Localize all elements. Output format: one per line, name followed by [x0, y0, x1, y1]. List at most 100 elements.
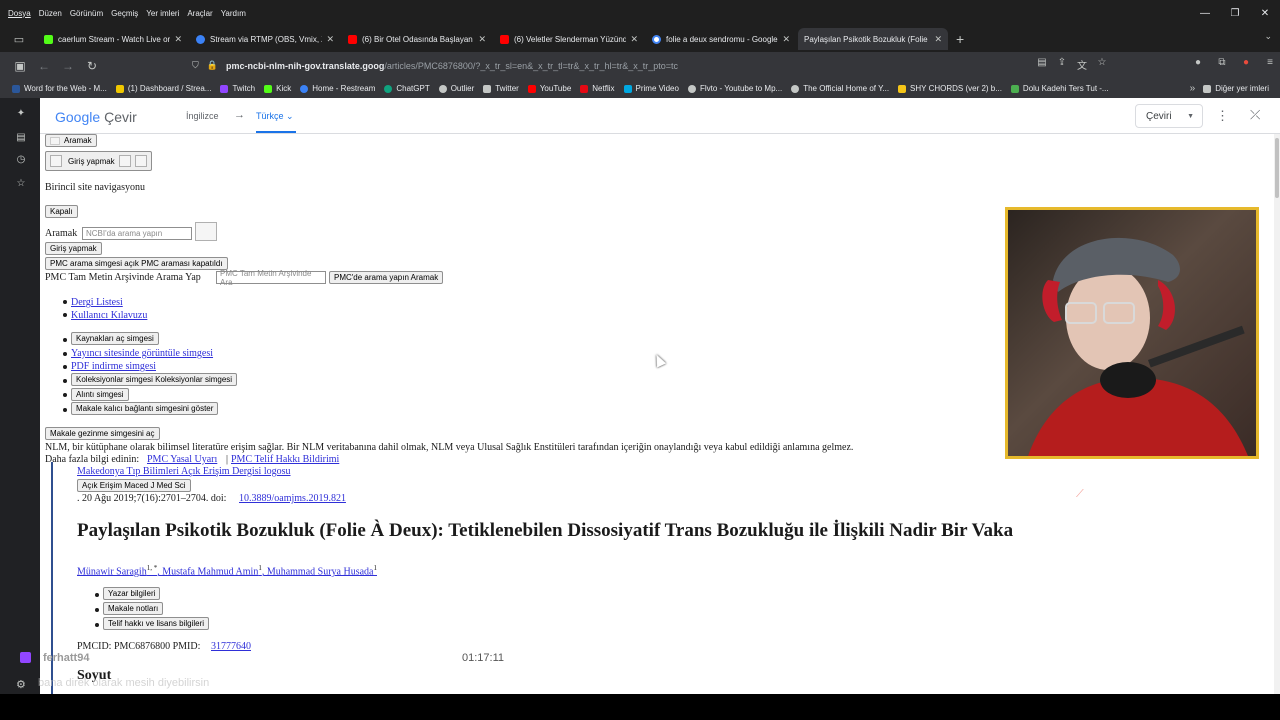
menu-yer-imleri[interactable]: Yer imleri: [146, 9, 179, 18]
pmc-search-toggle[interactable]: PMC arama simgesi açık PMC araması kapat…: [45, 257, 228, 270]
sidebar-toggle-icon[interactable]: ▣: [8, 59, 32, 73]
link-journal-list[interactable]: Dergi Listesi: [71, 297, 123, 308]
chevron-right-icon[interactable]: »: [1190, 83, 1196, 94]
article-nav-button[interactable]: Makale gezinme simgesini aç: [45, 427, 160, 440]
translation-select[interactable]: Çeviri ▼: [1135, 104, 1203, 128]
tab-youtube-2[interactable]: (6) Veletler Slenderman Yüzünde ✕: [494, 28, 644, 50]
gear-icon[interactable]: ⚙: [16, 678, 26, 691]
restore-icon[interactable]: ❐: [1220, 8, 1250, 19]
bookmark-official[interactable]: The Official Home of Y...: [791, 84, 889, 93]
lock-icon[interactable]: 🔒: [207, 60, 218, 71]
google-translate-logo[interactable]: Google Çevir: [55, 109, 137, 125]
new-tab-icon[interactable]: +: [956, 31, 964, 47]
bookmark-netflix[interactable]: Netflix: [580, 84, 615, 93]
link-legal[interactable]: PMC Yasal Uyarı: [147, 454, 217, 465]
close-button[interactable]: Kapalı: [45, 205, 78, 218]
link-copyright[interactable]: PMC Telif Hakkı Bildirimi: [231, 454, 339, 465]
back-icon[interactable]: ←: [32, 59, 56, 73]
bookmark-chatgpt[interactable]: ChatGPT: [384, 84, 430, 93]
scrollbar[interactable]: [1274, 134, 1280, 694]
bookmarks-star-icon[interactable]: ☆: [15, 178, 27, 190]
author-link[interactable]: Münawir Saragih1, *, Mustafa Mahmud Amin…: [77, 564, 377, 577]
extensions-icon[interactable]: ⧉: [1210, 57, 1234, 68]
license-button[interactable]: Telif hakkı ve lisans bilgileri: [103, 617, 210, 630]
pmc-search-button[interactable]: PMC'de arama yapın Aramak: [329, 271, 444, 284]
collapse-icon[interactable]: ⤫: [1250, 107, 1260, 123]
reader-icon[interactable]: ▤: [1032, 57, 1052, 72]
bookmark-dolu[interactable]: Dolu Kadehi Ters Tut -...: [1010, 84, 1109, 93]
translate-icon[interactable]: 文: [1072, 57, 1092, 72]
tab-youtube-1[interactable]: (6) Bir Otel Odasında Başlayan H ✕: [342, 28, 492, 50]
source-language[interactable]: İngilizce: [186, 111, 219, 121]
link-journal-logo[interactable]: Makedonya Tıp Bilimleri Açık Erişim Derg…: [77, 466, 291, 477]
login-button[interactable]: Giriş yapmak: [45, 242, 102, 255]
target-language[interactable]: Türkçe ⌄: [256, 111, 294, 122]
tab-close-icon[interactable]: ✕: [478, 34, 486, 45]
bookmark-kick[interactable]: Kick: [264, 84, 291, 93]
permalink-button[interactable]: Makale kalıcı bağlantı simgesini göster: [71, 402, 219, 415]
bookmark-word[interactable]: Word for the Web - M...: [12, 84, 107, 93]
bookmark-flvto[interactable]: Flvto - Youtube to Mp...: [687, 84, 782, 93]
url-text[interactable]: pmc-ncbi-nlm-nih-gov.translate.goog/arti…: [226, 61, 678, 71]
reading-list-icon[interactable]: ▤: [15, 132, 27, 144]
resources-button[interactable]: Kaynakları aç simgesi: [71, 332, 159, 345]
minimize-icon[interactable]: —: [1190, 8, 1220, 19]
link-pdf[interactable]: PDF indirme simgesi: [71, 361, 156, 372]
forward-icon[interactable]: →: [56, 59, 80, 73]
link-publisher[interactable]: Yayıncı sitesinde görüntüle simgesi: [71, 348, 213, 359]
tab-search-icon[interactable]: ⌄: [1264, 31, 1272, 42]
article-notes-button[interactable]: Makale notları: [103, 602, 164, 615]
menu-gecmis[interactable]: Geçmiş: [111, 9, 138, 18]
menu-duzen[interactable]: Düzen: [39, 9, 62, 18]
scrollbar-thumb[interactable]: [1275, 138, 1279, 198]
address-bar[interactable]: ⛉ 🔒 pmc-ncbi-nlm-nih-gov.translate.goog/…: [182, 55, 1110, 76]
author-info-button[interactable]: Yazar bilgileri: [103, 587, 161, 600]
bookmark-youtube[interactable]: YouTube: [527, 84, 571, 93]
menu-icon[interactable]: ≡: [1258, 57, 1280, 68]
journal-button[interactable]: Açık Erişim Maced J Med Sci: [77, 479, 191, 492]
tab-actions-icon[interactable]: ▭: [8, 33, 30, 46]
menu-araclar[interactable]: Araçlar: [187, 9, 212, 18]
ncbi-search-input[interactable]: NCBI'da arama yapın: [82, 227, 192, 240]
bookmark-restream[interactable]: Home - Restream: [300, 84, 375, 93]
bookmark-twitter[interactable]: Twitter: [483, 84, 519, 93]
search-icon[interactable]: [195, 222, 217, 241]
tab-close-icon[interactable]: ✕: [174, 34, 182, 45]
share-icon[interactable]: ⇪: [1052, 57, 1072, 72]
tab-close-icon[interactable]: ✕: [326, 34, 334, 45]
cite-button[interactable]: Alıntı simgesi: [71, 388, 129, 401]
tab-kick[interactable]: caerlum Stream - Watch Live or ✕: [38, 28, 188, 50]
history-icon[interactable]: ◷: [15, 154, 27, 166]
tab-close-icon[interactable]: ✕: [630, 34, 638, 45]
reload-icon[interactable]: ↻: [80, 59, 104, 73]
bookmark-star-icon[interactable]: ☆: [1092, 57, 1112, 72]
tab-active-article[interactable]: Paylaşılan Psikotik Bozukluk (Folie À ✕: [798, 28, 948, 50]
tab-google[interactable]: folie a deux sendromu - Google ✕: [646, 28, 796, 50]
bookmark-outlier[interactable]: Outlier: [438, 84, 474, 93]
tab-close-icon[interactable]: ✕: [934, 34, 942, 45]
menu-dosya[interactable]: Dosya: [8, 9, 31, 18]
image-placeholder: [118, 155, 131, 167]
link-pmid[interactable]: 31777640: [211, 641, 251, 652]
more-vert-icon[interactable]: ⋮: [1216, 108, 1229, 124]
menu-yardim[interactable]: Yardım: [221, 9, 246, 18]
link-user-guide[interactable]: Kullanıcı Kılavuzu: [71, 310, 147, 321]
link-doi[interactable]: 10.3889/oamjms.2019.821: [239, 493, 346, 504]
bookmark-dashboard[interactable]: (1) Dashboard / Strea...: [115, 84, 211, 93]
search-button-top[interactable]: Aramak: [45, 134, 97, 147]
bookmark-twitch[interactable]: Twitch: [220, 84, 255, 93]
login-button-top[interactable]: Giriş yapmak: [45, 151, 152, 171]
profile-icon[interactable]: ●: [1186, 57, 1210, 68]
notification-icon[interactable]: ●: [1234, 57, 1258, 68]
close-window-icon[interactable]: ✕: [1250, 8, 1280, 19]
bookmark-chords[interactable]: SHY CHORDS (ver 2) b...: [898, 84, 1002, 93]
menu-gorunum[interactable]: Görünüm: [70, 9, 103, 18]
shield-icon[interactable]: ⛉: [192, 60, 199, 71]
bookmark-prime[interactable]: Prime Video: [623, 84, 679, 93]
tab-close-icon[interactable]: ✕: [782, 34, 790, 45]
sparkle-icon[interactable]: ✦: [15, 108, 27, 120]
tab-restream[interactable]: Stream via RTMP (OBS, Vmix, Zo ✕: [190, 28, 340, 50]
pmc-search-input[interactable]: PMC Tam Metin Arşivinde Ara: [216, 269, 326, 287]
collections-button[interactable]: Koleksiyonlar simgesi Koleksiyonlar simg…: [71, 373, 238, 386]
bookmark-other-folder[interactable]: Diğer yer imleri: [1203, 84, 1269, 93]
